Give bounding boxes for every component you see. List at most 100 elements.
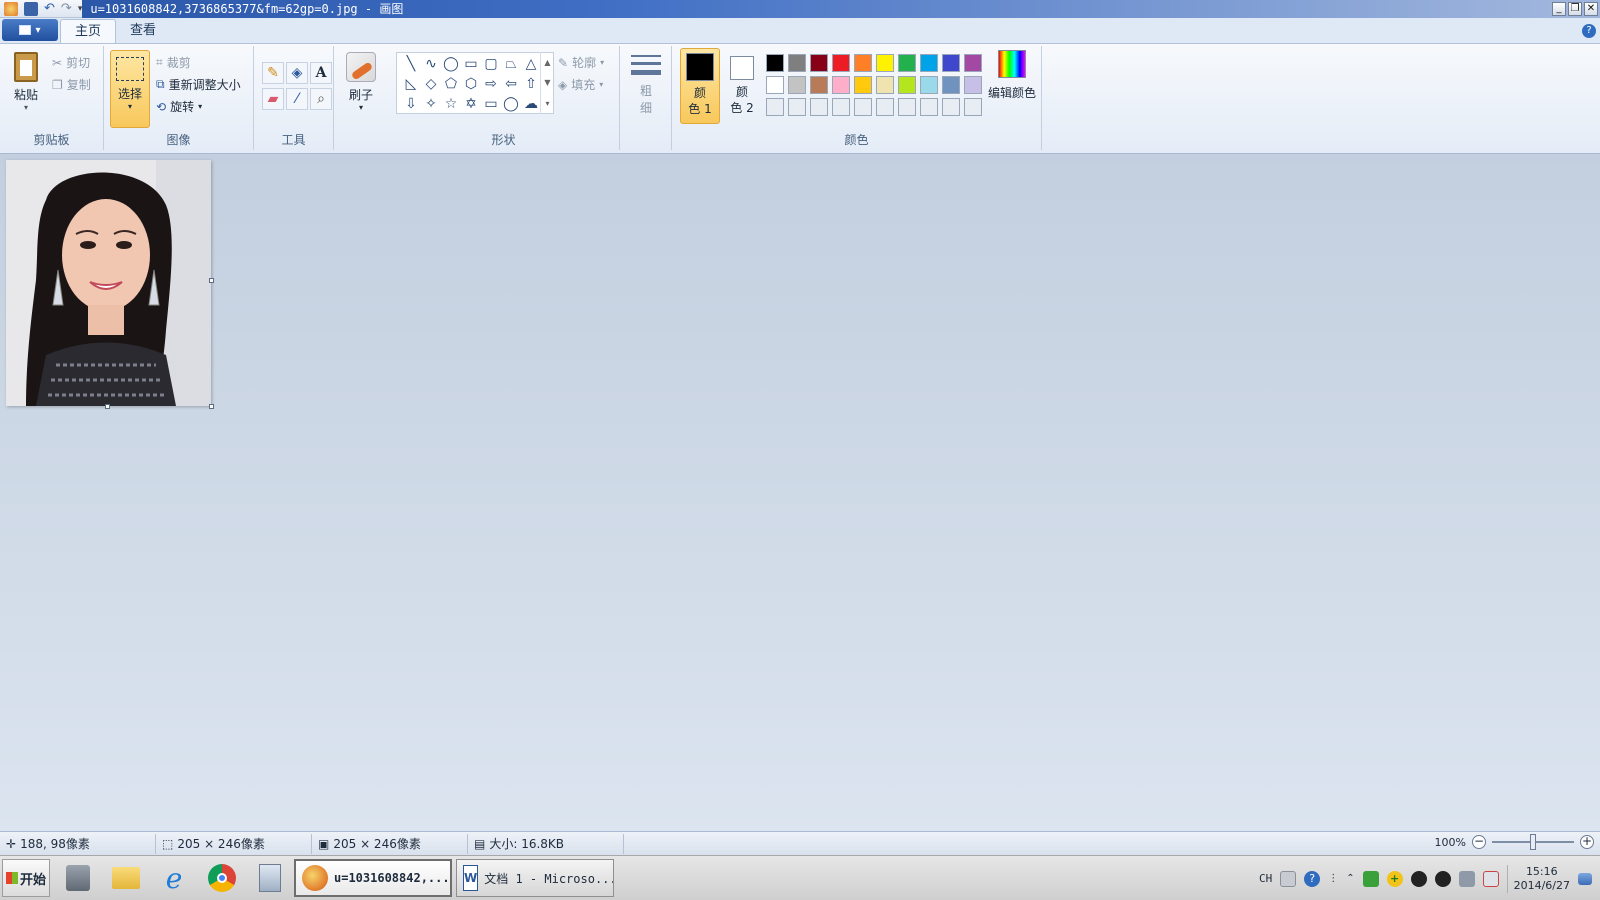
network-icon[interactable] bbox=[1458, 870, 1475, 887]
fill-bucket-icon[interactable]: ◈ bbox=[286, 62, 308, 84]
fill-button[interactable]: ◈ 填充 ▾ bbox=[558, 76, 603, 93]
six-point-star-shape-icon[interactable]: ✡ bbox=[461, 94, 481, 114]
curve-shape-icon[interactable]: ∿ bbox=[421, 54, 441, 74]
rectangle-shape-icon[interactable]: ▭ bbox=[461, 54, 481, 74]
volume-muted-icon[interactable] bbox=[1482, 870, 1499, 887]
eraser-icon[interactable]: ▰ bbox=[262, 88, 284, 110]
zoom-in-button[interactable]: + bbox=[1580, 835, 1594, 849]
pentagon-shape-icon[interactable]: ⬠ bbox=[441, 74, 461, 94]
palette-swatch[interactable] bbox=[832, 54, 850, 72]
down-arrow-shape-icon[interactable]: ⇩ bbox=[401, 94, 421, 114]
oval-shape-icon[interactable]: ◯ bbox=[441, 54, 461, 74]
pencil-icon[interactable]: ✎ bbox=[262, 62, 284, 84]
oval-callout-shape-icon[interactable]: ◯ bbox=[501, 94, 521, 114]
start-button[interactable]: 开始 bbox=[2, 859, 50, 897]
palette-swatch[interactable] bbox=[832, 98, 850, 116]
palette-swatch[interactable] bbox=[876, 54, 894, 72]
palette-swatch[interactable] bbox=[854, 54, 872, 72]
rect-callout-shape-icon[interactable]: ▭ bbox=[481, 94, 501, 114]
task-word[interactable]: W 文档 1 - Microso... bbox=[456, 859, 614, 897]
crop-button[interactable]: ⌗ 裁剪 bbox=[156, 54, 191, 71]
palette-swatch[interactable] bbox=[766, 54, 784, 72]
polygon-shape-icon[interactable]: ⏢ bbox=[501, 54, 521, 74]
security-shield-icon[interactable] bbox=[1362, 870, 1379, 887]
palette-swatch[interactable] bbox=[810, 98, 828, 116]
palette-swatch[interactable] bbox=[942, 98, 960, 116]
brush-button[interactable]: 刷子 ▾ bbox=[342, 52, 380, 112]
zoom-slider-thumb[interactable] bbox=[1530, 834, 1536, 850]
resize-handle-right[interactable] bbox=[209, 278, 214, 283]
qq-penguin-icon[interactable] bbox=[1410, 870, 1427, 887]
clock[interactable]: 15:16 2014/6/27 bbox=[1506, 864, 1570, 893]
five-point-star-shape-icon[interactable]: ☆ bbox=[441, 94, 461, 114]
up-arrow-shape-icon[interactable]: ⇧ bbox=[521, 74, 541, 94]
select-button[interactable]: 选择 ▾ bbox=[110, 50, 150, 128]
minimize-button[interactable]: _ bbox=[1552, 1, 1566, 16]
palette-swatch[interactable] bbox=[920, 54, 938, 72]
right-triangle-shape-icon[interactable]: ◺ bbox=[401, 74, 421, 94]
canvas-area[interactable] bbox=[0, 154, 1600, 831]
app-menu-button[interactable]: ▾ bbox=[2, 19, 58, 41]
rotate-button[interactable]: ⟲ 旋转 ▾ bbox=[156, 98, 202, 115]
outline-button[interactable]: ✎ 轮廓 ▾ bbox=[558, 54, 604, 71]
tab-view[interactable]: 查看 bbox=[116, 19, 170, 43]
cloud-callout-shape-icon[interactable]: ☁ bbox=[521, 94, 541, 114]
tab-home[interactable]: 主页 bbox=[60, 19, 117, 43]
hexagon-shape-icon[interactable]: ⬡ bbox=[461, 74, 481, 94]
palette-swatch[interactable] bbox=[854, 98, 872, 116]
palette-swatch[interactable] bbox=[854, 76, 872, 94]
palette-swatch[interactable] bbox=[964, 76, 982, 94]
resize-handle-bottom[interactable] bbox=[105, 404, 110, 409]
scroll-down-icon[interactable]: ▼ bbox=[544, 78, 550, 87]
palette-swatch[interactable] bbox=[788, 76, 806, 94]
qq-penguin-icon-2[interactable] bbox=[1434, 870, 1451, 887]
palette-swatch[interactable] bbox=[788, 54, 806, 72]
left-arrow-shape-icon[interactable]: ⇦ bbox=[501, 74, 521, 94]
resize-handle-corner[interactable] bbox=[209, 404, 214, 409]
palette-swatch[interactable] bbox=[876, 76, 894, 94]
paint-app-icon[interactable] bbox=[4, 1, 18, 16]
palette-swatch[interactable] bbox=[766, 76, 784, 94]
copy-button[interactable]: ❐ 复制 bbox=[52, 76, 91, 93]
calculator-icon[interactable] bbox=[250, 859, 290, 897]
palette-swatch[interactable] bbox=[876, 98, 894, 116]
undo-icon[interactable]: ↶ bbox=[44, 1, 55, 16]
show-hidden-icons[interactable]: ⌃ bbox=[1346, 873, 1354, 884]
help-icon[interactable]: ? bbox=[1582, 24, 1596, 38]
palette-swatch[interactable] bbox=[898, 98, 916, 116]
palette-swatch[interactable] bbox=[898, 54, 916, 72]
four-point-star-shape-icon[interactable]: ✧ bbox=[421, 94, 441, 114]
palette-swatch[interactable] bbox=[942, 76, 960, 94]
close-button[interactable]: ✕ bbox=[1584, 1, 1598, 16]
restore-button[interactable]: ❐ bbox=[1568, 1, 1582, 16]
folder-icon[interactable] bbox=[106, 859, 146, 897]
tray-options-icon[interactable]: ⋮ bbox=[1328, 873, 1338, 884]
plus-icon[interactable]: + bbox=[1386, 870, 1403, 887]
palette-swatch[interactable] bbox=[964, 98, 982, 116]
palette-swatch[interactable] bbox=[810, 76, 828, 94]
language-indicator[interactable]: CH bbox=[1259, 872, 1272, 885]
canvas-image[interactable] bbox=[6, 160, 211, 406]
diamond-shape-icon[interactable]: ◇ bbox=[421, 74, 441, 94]
paste-button[interactable]: 粘贴 ▾ bbox=[8, 52, 44, 112]
palette-swatch[interactable] bbox=[788, 98, 806, 116]
expand-gallery-icon[interactable]: ▾ bbox=[545, 99, 549, 108]
resize-button[interactable]: ⧉ 重新调整大小 bbox=[156, 76, 241, 93]
color-picker-icon[interactable]: ⁄ bbox=[286, 88, 308, 110]
internet-explorer-icon[interactable]: e bbox=[154, 859, 194, 897]
palette-swatch[interactable] bbox=[832, 76, 850, 94]
save-icon[interactable] bbox=[24, 1, 38, 16]
palette-swatch[interactable] bbox=[898, 76, 916, 94]
chrome-icon[interactable] bbox=[202, 859, 242, 897]
palette-swatch[interactable] bbox=[920, 98, 938, 116]
scroll-up-icon[interactable]: ▲ bbox=[544, 58, 550, 67]
palette-swatch[interactable] bbox=[810, 54, 828, 72]
redo-icon[interactable]: ↷ bbox=[61, 1, 72, 16]
color1-button[interactable]: 颜 色 1 bbox=[680, 48, 720, 124]
show-desktop-icon[interactable] bbox=[1578, 872, 1592, 885]
task-paint[interactable]: u=1031608842,... bbox=[294, 859, 452, 897]
zoom-slider[interactable] bbox=[1492, 834, 1574, 850]
triangle-shape-icon[interactable]: △ bbox=[521, 54, 541, 74]
zoom-out-button[interactable]: − bbox=[1472, 835, 1486, 849]
cut-button[interactable]: ✂ 剪切 bbox=[52, 54, 90, 71]
